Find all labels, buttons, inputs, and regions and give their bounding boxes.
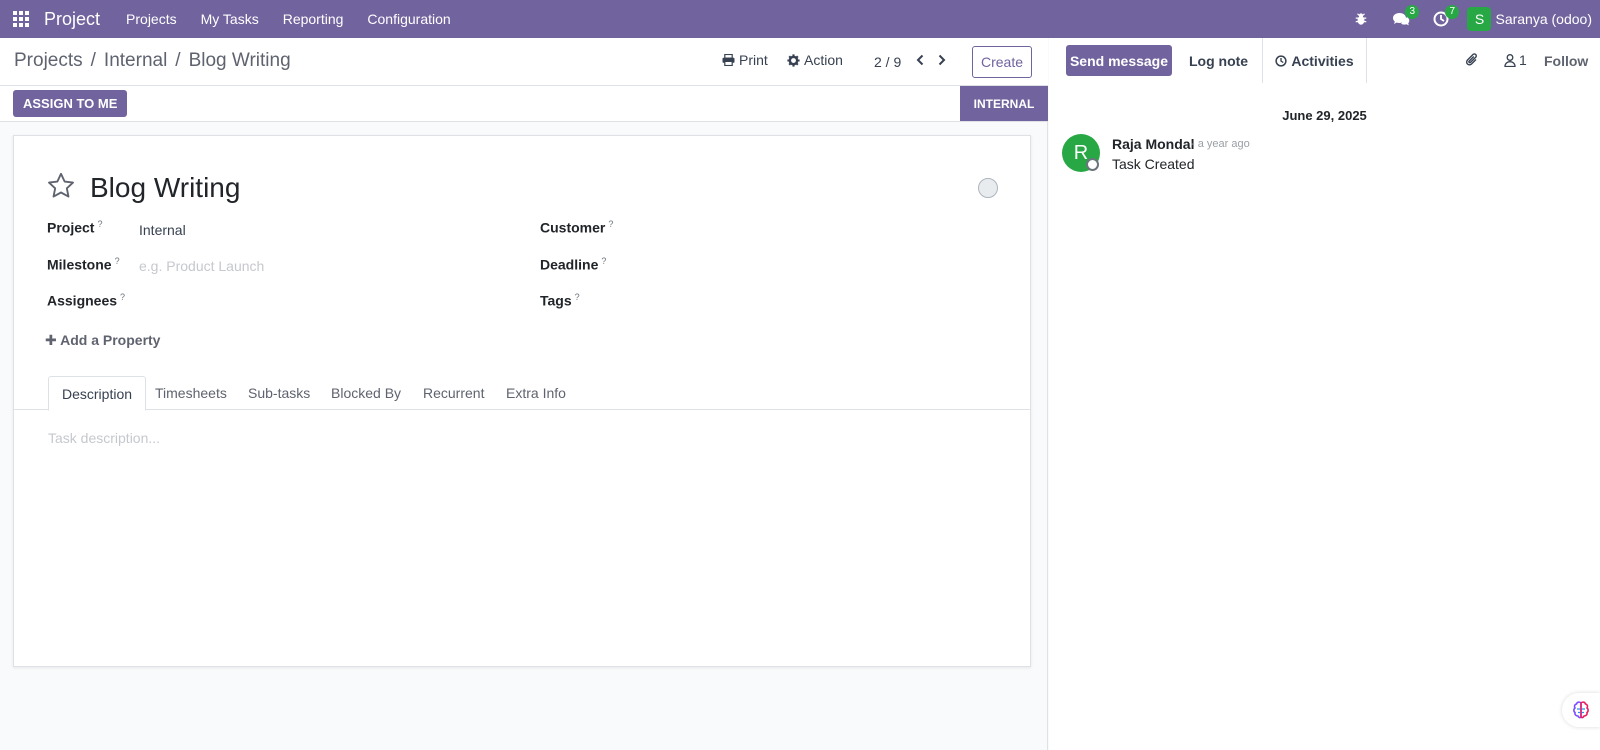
printer-icon xyxy=(722,54,735,66)
follow-button[interactable]: Follow xyxy=(1544,53,1588,69)
activities-tab-button[interactable]: Activities xyxy=(1262,38,1367,83)
menu-my-tasks[interactable]: My Tasks xyxy=(189,0,271,38)
tags-label-text: Tags xyxy=(540,292,572,309)
followers-button[interactable]: 1 xyxy=(1504,52,1527,68)
send-message-button[interactable]: Send message xyxy=(1066,45,1172,76)
task-title[interactable]: Blog Writing xyxy=(90,172,240,204)
breadcrumb-current: Blog Writing xyxy=(188,50,291,71)
gear-icon xyxy=(787,53,800,67)
paperclip-icon[interactable] xyxy=(1465,52,1479,71)
user-icon xyxy=(1504,53,1516,67)
print-label: Print xyxy=(739,52,768,68)
user-name: Saranya (odoo) xyxy=(1495,11,1592,27)
tags-field-label: Tags? xyxy=(540,292,580,309)
help-mark[interactable]: ? xyxy=(97,219,102,229)
action-button[interactable]: Action xyxy=(787,52,843,68)
add-property-label: Add a Property xyxy=(60,332,161,348)
add-property-button[interactable]: ✚ Add a Property xyxy=(45,332,160,349)
activities-button[interactable]: 7 xyxy=(1421,0,1461,38)
task-description-editor[interactable]: Task description... xyxy=(48,430,160,446)
user-menu[interactable]: S Saranya (odoo) xyxy=(1467,7,1592,31)
offline-status-icon xyxy=(1086,158,1099,171)
help-mark[interactable]: ? xyxy=(120,292,125,302)
create-button[interactable]: Create xyxy=(972,46,1032,78)
brain-icon xyxy=(1573,701,1589,719)
clock-icon xyxy=(1275,54,1287,67)
followers-count: 1 xyxy=(1519,52,1527,68)
plus-icon: ✚ xyxy=(45,332,61,348)
customer-label-text: Customer xyxy=(540,219,606,236)
message-author[interactable]: Raja Mondal xyxy=(1112,136,1194,152)
tab-timesheets[interactable]: Timesheets xyxy=(142,376,240,410)
apps-menu-button[interactable] xyxy=(0,0,42,38)
date-separator: June 29, 2025 xyxy=(1282,108,1367,123)
assignees-field-label: Assignees? xyxy=(47,292,125,309)
print-button[interactable]: Print xyxy=(722,52,768,68)
kanban-state-circle[interactable] xyxy=(978,178,998,198)
menu-reporting[interactable]: Reporting xyxy=(271,0,356,38)
apps-grid-icon xyxy=(13,11,29,27)
top-navbar: Project Projects My Tasks Reporting Conf… xyxy=(0,0,1600,38)
tab-description[interactable]: Description xyxy=(48,376,147,411)
stage-internal-button[interactable]: INTERNAL xyxy=(960,86,1048,121)
chevron-right-icon xyxy=(938,54,946,66)
messages-button[interactable]: 3 xyxy=(1381,0,1421,38)
star-icon[interactable] xyxy=(47,172,75,202)
message-date: - a year ago xyxy=(1191,138,1250,150)
navbar-systray: 3 7 S Saranya (odoo) xyxy=(1341,0,1600,38)
help-mark[interactable]: ? xyxy=(608,219,613,229)
breadcrumb-internal[interactable]: Internal xyxy=(104,50,167,72)
pager-value[interactable]: 2 / 9 xyxy=(874,54,901,70)
menu-projects[interactable]: Projects xyxy=(114,0,189,38)
app-brand[interactable]: Project xyxy=(44,9,100,30)
breadcrumb-separator: / xyxy=(175,50,181,71)
assign-to-me-button[interactable]: ASSIGN TO ME xyxy=(13,90,128,117)
milestone-field-label: Milestone? xyxy=(47,256,120,273)
milestone-label-text: Milestone xyxy=(47,256,112,273)
breadcrumb-separator: / xyxy=(90,50,96,71)
pager-previous-button[interactable] xyxy=(912,52,928,68)
messages-count-badge: 3 xyxy=(1405,5,1420,19)
notebook-tabs: Description Timesheets Sub-tasks Blocked… xyxy=(14,376,1030,411)
help-mark[interactable]: ? xyxy=(601,256,606,266)
form-sheet: Blog Writing Project? Internal Milestone… xyxy=(13,135,1031,667)
tab-blocked-by[interactable]: Blocked By xyxy=(318,376,414,410)
customer-field-label: Customer? xyxy=(540,219,613,236)
project-label-text: Project xyxy=(47,219,95,236)
control-panel: Projects / Internal / Blog Writing Print… xyxy=(0,38,1048,86)
project-field-label: Project? xyxy=(47,219,102,236)
breadcrumb-projects[interactable]: Projects xyxy=(14,50,83,72)
ai-assistant-button[interactable] xyxy=(1562,693,1600,727)
debug-bug-icon[interactable] xyxy=(1341,0,1381,38)
menu-configuration[interactable]: Configuration xyxy=(355,0,462,38)
deadline-field-label: Deadline? xyxy=(540,256,606,273)
message-body: Task Created xyxy=(1112,156,1195,172)
chatter-topbar: Send message Log note Activities 1 Follo… xyxy=(1049,38,1600,83)
form-statusbar: ASSIGN TO ME INTERNAL xyxy=(0,86,1048,122)
pager-next-button[interactable] xyxy=(934,52,950,68)
help-mark[interactable]: ? xyxy=(575,292,580,302)
activities-count-badge: 7 xyxy=(1445,5,1460,19)
tab-extra-info[interactable]: Extra Info xyxy=(493,376,579,410)
log-note-button[interactable]: Log note xyxy=(1189,53,1248,69)
help-mark[interactable]: ? xyxy=(115,256,120,266)
project-field-value[interactable]: Internal xyxy=(139,222,186,238)
chevron-left-icon xyxy=(916,54,924,66)
tab-recurrent[interactable]: Recurrent xyxy=(410,376,497,410)
action-label: Action xyxy=(804,52,843,68)
deadline-label-text: Deadline xyxy=(540,256,599,273)
breadcrumb: Projects / Internal / Blog Writing xyxy=(14,50,291,72)
tab-sub-tasks[interactable]: Sub-tasks xyxy=(235,376,323,410)
form-area: Projects / Internal / Blog Writing Print… xyxy=(0,38,1048,750)
assignees-label-text: Assignees xyxy=(47,292,118,309)
user-avatar: S xyxy=(1467,7,1492,31)
milestone-input[interactable]: e.g. Product Launch xyxy=(139,258,264,274)
chatter-panel: Send message Log note Activities 1 Follo… xyxy=(1049,38,1600,750)
activities-label: Activities xyxy=(1291,52,1354,69)
